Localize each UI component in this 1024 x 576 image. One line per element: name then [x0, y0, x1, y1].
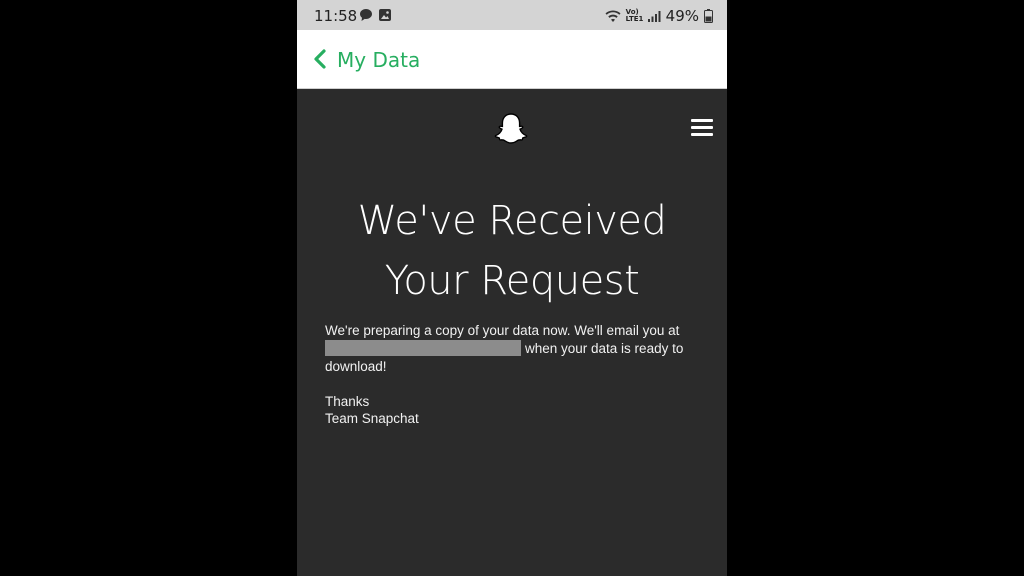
chevron-left-icon[interactable] [309, 47, 333, 71]
battery-icon [704, 9, 713, 23]
status-right: Vo) LTE1 49% [605, 7, 713, 25]
headline-line-2: Your Request [384, 258, 640, 304]
battery-percent: 49% [665, 7, 699, 25]
signature-block: Thanks Team Snapchat [325, 393, 419, 427]
gallery-notification-icon [379, 9, 391, 21]
main-content: We've Received Your Request We're prepar… [297, 89, 727, 576]
thanks-text: Thanks [325, 394, 370, 409]
confirmation-message: We're preparing a copy of your data now.… [325, 322, 705, 376]
snapchat-ghost-icon[interactable] [493, 111, 529, 147]
hamburger-menu-icon[interactable] [691, 119, 713, 137]
status-bar: 11:58 Vo) LTE1 49% [297, 0, 727, 30]
redacted-email [325, 340, 521, 356]
signal-icon [647, 10, 661, 22]
app-bar: My Data [297, 30, 727, 89]
headline-line-1: We've Received [357, 198, 667, 244]
wifi-icon [605, 9, 621, 22]
team-signature: Team Snapchat [325, 411, 419, 426]
app-bar-title: My Data [337, 48, 421, 72]
phone-screen: 11:58 Vo) LTE1 49% My Data We've Receive… [297, 0, 727, 576]
status-time: 11:58 [314, 7, 358, 25]
chat-notification-icon [360, 9, 372, 21]
network-type-label: Vo) LTE1 [625, 8, 644, 23]
notification-icons [359, 8, 392, 22]
page-headline: We've Received Your Request [297, 191, 727, 311]
message-part-1: We're preparing a copy of your data now.… [325, 323, 680, 338]
